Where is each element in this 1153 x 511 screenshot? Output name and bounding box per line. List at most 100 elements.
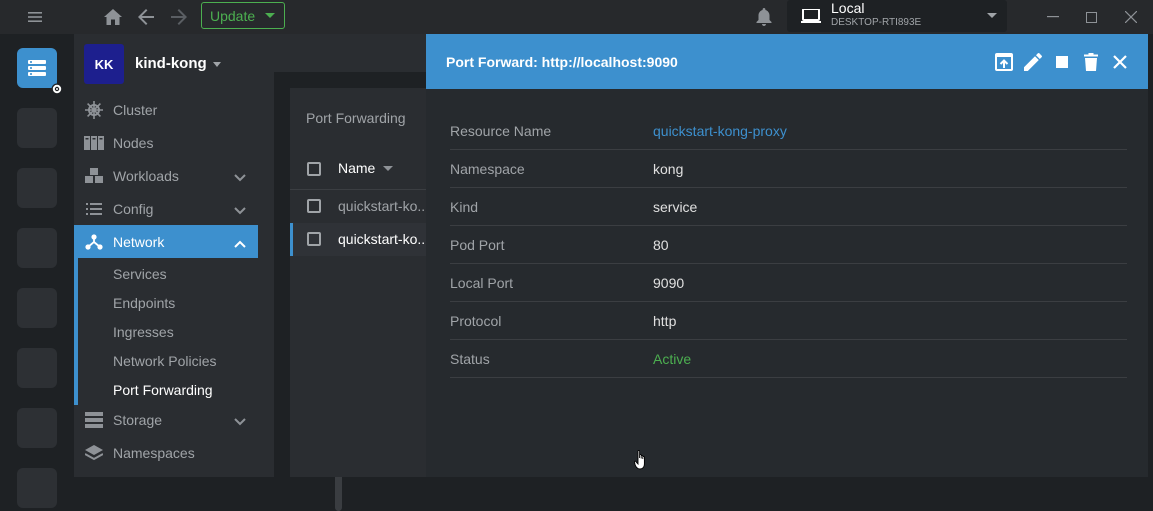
chevron-down-icon [213, 62, 221, 67]
detail-key: Namespace [450, 161, 525, 177]
sidebar: KK kind-kong Cluster Nodes Workloads Con… [74, 34, 342, 511]
hotbar-item[interactable] [17, 288, 57, 328]
network-icon [84, 232, 104, 252]
update-button[interactable]: Update [201, 2, 285, 29]
detail-row-status: Status Active [450, 340, 1127, 378]
sidebar-item-storage[interactable]: Storage [74, 403, 258, 436]
cluster-selector[interactable]: Local DESKTOP-RTI893E [787, 0, 1007, 32]
network-submenu: Services Endpoints Ingresses Network Pol… [74, 258, 258, 405]
table-cell-name: quickstart-ko... [338, 198, 430, 214]
detail-row-kind: Kind service [450, 188, 1127, 226]
cluster-name: Local [831, 0, 865, 16]
update-label: Update [210, 7, 256, 24]
sidebar-item-workloads[interactable]: Workloads [74, 159, 258, 192]
sidebar-item-nodes[interactable]: Nodes [74, 126, 258, 159]
layers-icon [84, 443, 104, 463]
sidebar-subitem-port-forwarding[interactable]: Port Forwarding [113, 382, 213, 398]
stop-icon[interactable] [1052, 52, 1072, 72]
sidebar-subitem-ingresses[interactable]: Ingresses [113, 324, 174, 340]
sidebar-subitem-network-policies[interactable]: Network Policies [113, 353, 216, 369]
storage-icon [84, 410, 104, 430]
sidebar-item-label: Workloads [113, 167, 179, 184]
laptop-icon [801, 8, 821, 26]
hotbar-item[interactable] [17, 408, 57, 448]
chevron-down-icon [234, 169, 246, 185]
details-panel: Port Forward: http://localhost:9090 Reso… [426, 34, 1153, 477]
hotbar-item[interactable] [17, 228, 57, 268]
hotbar-item-cluster[interactable] [17, 48, 63, 95]
cubes-icon [84, 166, 104, 186]
sidebar-item-label: Nodes [113, 134, 154, 151]
row-checkbox[interactable] [307, 232, 321, 246]
detail-value: 80 [653, 237, 669, 253]
sidebar-item-network[interactable]: Network [74, 225, 258, 258]
avatar: KK [84, 44, 124, 84]
sidebar-item-config[interactable]: Config [74, 192, 258, 225]
nodes-icon [84, 133, 104, 153]
detail-key: Resource Name [450, 123, 552, 139]
bell-icon[interactable] [752, 5, 776, 29]
detail-row-namespace: Namespace kong [450, 150, 1127, 188]
hotbar-item[interactable] [17, 468, 57, 508]
maximize-icon[interactable] [1079, 5, 1103, 29]
cluster-title: kind-kong [135, 55, 207, 72]
right-edge [1148, 34, 1153, 477]
helm-icon [84, 100, 104, 120]
trash-icon[interactable] [1081, 52, 1101, 72]
minimize-icon[interactable] [1041, 5, 1065, 29]
close-window-icon[interactable] [1119, 5, 1143, 29]
table-row[interactable]: quickstart-ko... [290, 190, 440, 223]
list-title: Port Forwarding [306, 110, 406, 126]
open-in-browser-icon[interactable] [994, 52, 1014, 72]
sidebar-item-label: Cluster [113, 101, 158, 118]
detail-row-pod-port: Pod Port 80 [450, 226, 1127, 264]
sidebar-subitem-endpoints[interactable]: Endpoints [113, 295, 175, 311]
details-header: Port Forward: http://localhost:9090 [426, 34, 1148, 89]
select-all-checkbox[interactable] [307, 162, 321, 176]
cluster-list-icon [28, 60, 46, 76]
cluster-header[interactable]: KK kind-kong [74, 34, 274, 94]
detail-key: Status [450, 351, 490, 367]
sort-down-icon [383, 166, 394, 172]
sidebar-item-label: Storage [113, 411, 163, 428]
edit-icon[interactable] [1023, 52, 1043, 72]
resource-name-link[interactable]: quickstart-kong-proxy [653, 123, 787, 139]
hamburger-icon[interactable] [23, 5, 47, 29]
table-cell-name: quickstart-ko... [338, 231, 430, 247]
hotbar-item[interactable] [17, 168, 57, 208]
detail-row-resource-name: Resource Name quickstart-kong-proxy [450, 112, 1127, 150]
chevron-down-icon [987, 13, 997, 18]
table-row[interactable]: quickstart-ko... [290, 223, 440, 256]
main-tab-strip [274, 34, 426, 72]
chevron-up-icon [234, 235, 246, 251]
hotbar [0, 34, 74, 508]
gear-icon [51, 82, 63, 98]
status-badge: Active [653, 351, 692, 367]
sidebar-item-namespaces[interactable]: Namespaces [74, 436, 258, 469]
detail-value: http [653, 313, 677, 329]
home-icon[interactable] [101, 5, 125, 29]
hotbar-item[interactable] [17, 108, 57, 148]
chevron-down-icon [265, 13, 276, 18]
detail-row-protocol: Protocol http [450, 302, 1127, 340]
sidebar-item-label: Network [113, 233, 165, 250]
sidebar-subitem-services[interactable]: Services [113, 266, 167, 282]
hotbar-item[interactable] [17, 348, 57, 388]
detail-key: Local Port [450, 275, 514, 291]
mouse-cursor-icon [633, 450, 648, 473]
list-icon [84, 199, 104, 219]
sidebar-item-cluster[interactable]: Cluster [74, 93, 258, 126]
arrow-left-icon[interactable] [134, 5, 158, 29]
detail-value: 9090 [653, 275, 685, 291]
arrow-right-icon[interactable] [167, 5, 191, 29]
close-icon[interactable] [1110, 52, 1130, 72]
column-header-label: Name [338, 160, 376, 176]
port-forward-list: Port Forwarding Name quickstart-ko... qu… [290, 88, 440, 477]
column-header-name[interactable]: Name [338, 160, 394, 176]
row-checkbox[interactable] [307, 199, 321, 213]
top-bar: Update Local DESKTOP-RTI893E [0, 0, 1153, 34]
detail-key: Pod Port [450, 237, 505, 253]
detail-row-local-port: Local Port 9090 [450, 264, 1127, 302]
sidebar-item-label: Namespaces [113, 444, 195, 461]
chevron-down-icon [234, 413, 246, 429]
